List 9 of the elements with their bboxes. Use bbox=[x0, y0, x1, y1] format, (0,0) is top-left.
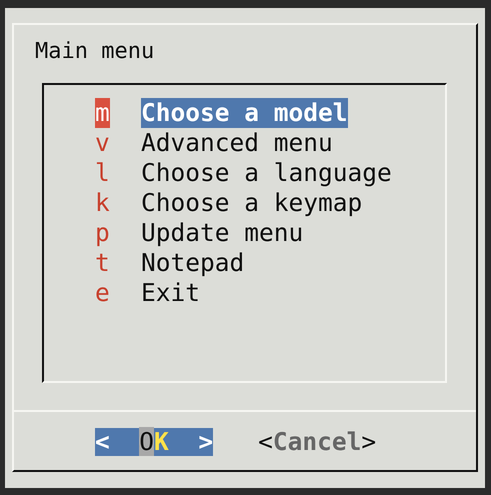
dialog-title: Main menu bbox=[34, 38, 156, 66]
menu-item[interactable]: t Notepad bbox=[95, 248, 445, 278]
menu-item[interactable]: k Choose a keymap bbox=[95, 188, 445, 218]
menu-item[interactable]: p Update menu bbox=[95, 218, 445, 248]
menu-item[interactable]: l Choose a language bbox=[95, 158, 445, 188]
cancel-button[interactable]: <Cancel> bbox=[258, 428, 376, 456]
ok-button[interactable]: < OK > bbox=[95, 428, 214, 456]
menu-item[interactable]: v Advanced menu bbox=[95, 128, 445, 158]
menu-item[interactable]: e Exit bbox=[95, 278, 445, 308]
